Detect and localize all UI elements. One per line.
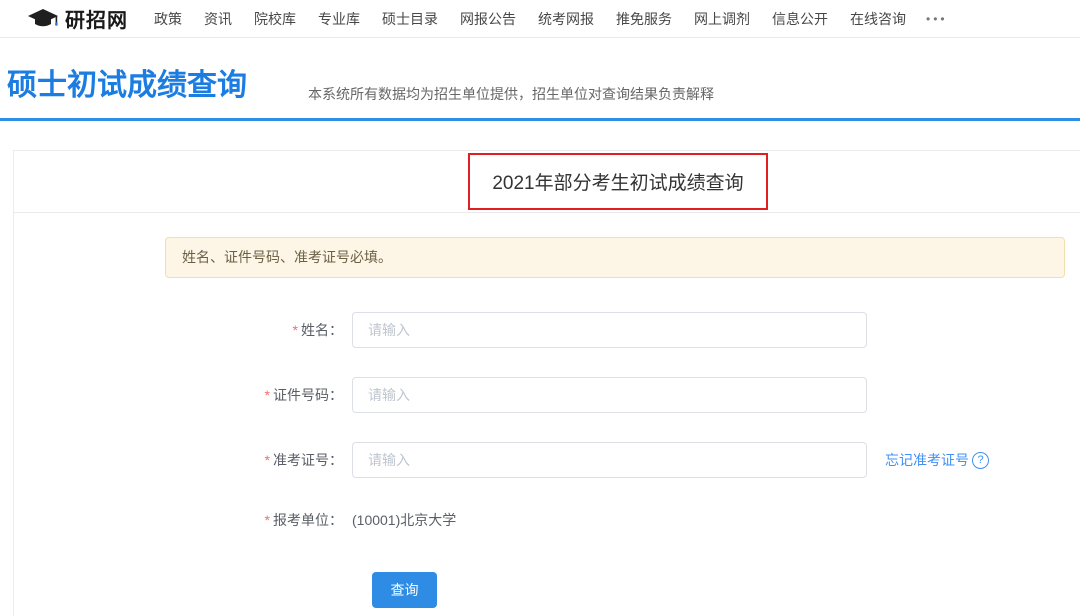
required-asterisk: * (293, 322, 298, 338)
nav-item-unified-exam-report[interactable]: 统考网报 (538, 9, 594, 29)
nav-menu: 政策 资讯 院校库 专业库 硕士目录 网报公告 统考网报 推免服务 网上调剂 信… (154, 9, 906, 29)
nav-item-online-report-notice[interactable]: 网报公告 (460, 9, 516, 29)
id-number-label: *证件号码： (100, 377, 343, 413)
page-subtitle: 本系统所有数据均为招生单位提供，招生单位对查询结果负责解释 (308, 84, 714, 104)
nav-item-policy[interactable]: 政策 (154, 9, 182, 29)
required-asterisk: * (265, 452, 270, 468)
site-logo[interactable]: 研招网 (27, 4, 128, 33)
help-circle-icon: ? (972, 452, 989, 469)
name-label: *姓名： (100, 312, 343, 348)
panel-title: 2021年部分考生初试成绩查询 (492, 168, 743, 195)
unit-value: (10001)北京大学 (352, 502, 456, 538)
nav-item-online-consult[interactable]: 在线咨询 (850, 9, 906, 29)
page-title: 硕士初试成绩查询 (7, 60, 247, 104)
required-asterisk: * (265, 387, 270, 403)
query-button[interactable]: 查询 (372, 572, 437, 608)
nav-item-major-library[interactable]: 专业库 (318, 9, 360, 29)
blue-divider (0, 118, 1080, 121)
unit-label: *报考单位： (100, 502, 343, 538)
nav-item-news[interactable]: 资讯 (204, 9, 232, 29)
nav-item-exempt-service[interactable]: 推免服务 (616, 9, 672, 29)
id-number-input[interactable] (352, 377, 867, 413)
nav-item-info-disclosure[interactable]: 信息公开 (772, 9, 828, 29)
ticket-number-input[interactable] (352, 442, 867, 478)
nav-item-college-library[interactable]: 院校库 (254, 9, 296, 29)
nav-item-master-catalog[interactable]: 硕士目录 (382, 9, 438, 29)
site-logo-text: 研招网 (65, 4, 128, 33)
name-input[interactable] (352, 312, 867, 348)
required-asterisk: * (265, 512, 270, 528)
page: 研招网 政策 资讯 院校库 专业库 硕士目录 网报公告 统考网报 推免服务 网上… (0, 0, 1080, 616)
graduation-cap-icon (27, 8, 59, 30)
required-fields-notice: 姓名、证件号码、准考证号必填。 (165, 237, 1065, 278)
nav-more-dots-icon[interactable]: ••• (926, 12, 948, 26)
nav-item-online-adjustment[interactable]: 网上调剂 (694, 9, 750, 29)
ticket-number-label: *准考证号： (100, 442, 343, 478)
top-nav: 研招网 政策 资讯 院校库 专业库 硕士目录 网报公告 统考网报 推免服务 网上… (0, 0, 1080, 38)
annotation-box: 2021年部分考生初试成绩查询 (468, 153, 768, 210)
forgot-ticket-link[interactable]: 忘记准考证号 ? (885, 442, 989, 478)
